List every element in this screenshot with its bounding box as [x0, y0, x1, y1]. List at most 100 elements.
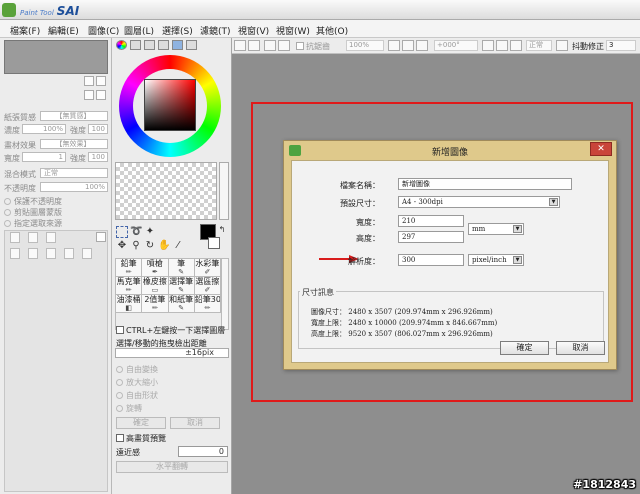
- menu-filter[interactable]: 濾鏡(T): [200, 24, 231, 37]
- perspective-field[interactable]: 0: [178, 446, 228, 457]
- layer-scroll-up[interactable]: [96, 232, 106, 242]
- effect-width-field[interactable]: 1: [22, 152, 66, 162]
- unit-select[interactable]: mm ▼: [468, 223, 524, 235]
- zoom-reset-icon[interactable]: [416, 40, 428, 51]
- selection-source-check[interactable]: 指定選取來源: [4, 218, 62, 229]
- brush-pencil[interactable]: 鉛筆 ✏: [116, 259, 143, 277]
- preset-size-select[interactable]: A4 - 300dpi ▼: [398, 196, 560, 208]
- menu-edit[interactable]: 編輯(E): [48, 24, 79, 37]
- rotate-cw-icon[interactable]: [496, 40, 508, 51]
- move-icon[interactable]: ✥: [116, 240, 128, 252]
- opacity-slider[interactable]: 100%: [40, 182, 108, 192]
- lasso-icon[interactable]: ➰: [130, 226, 142, 238]
- resolution-field[interactable]: 300: [398, 254, 464, 266]
- menu-image[interactable]: 圖像(C): [88, 24, 119, 37]
- copy-layer-icon[interactable]: [10, 248, 20, 259]
- transform-cancel-button[interactable]: 取消: [170, 417, 220, 429]
- blend-select[interactable]: 正常: [526, 40, 552, 51]
- clear-layer-icon[interactable]: [46, 248, 56, 259]
- delete-layer-icon[interactable]: [64, 248, 74, 259]
- brush-effect-select[interactable]: 【無效果】: [40, 139, 108, 149]
- brush-pen[interactable]: 筆 ✎: [168, 259, 195, 277]
- zoom-out-icon[interactable]: [388, 40, 400, 51]
- menu-window[interactable]: 視窗(W): [276, 24, 310, 37]
- layer-mask-icon[interactable]: [82, 248, 92, 259]
- navigator-preview[interactable]: [4, 40, 108, 74]
- background-color-swatch[interactable]: [208, 237, 220, 249]
- rotate-ccw-icon[interactable]: [482, 40, 494, 51]
- ctrl-select-layer-check[interactable]: CTRL+左鍵按一下選擇圖層: [116, 325, 225, 336]
- scratch-pad-scrollbar[interactable]: [219, 162, 229, 220]
- rotate-icon[interactable]: ↻: [144, 240, 156, 252]
- brush-bucket[interactable]: 油漆桶 ◧: [116, 295, 143, 313]
- menu-layer[interactable]: 圖層(L): [124, 24, 154, 37]
- brush-deselect[interactable]: 選區擦 ✐: [194, 277, 221, 295]
- radio-free-shape[interactable]: 自由形狀: [116, 390, 158, 401]
- radio-scale[interactable]: 放大縮小: [116, 377, 158, 388]
- nav-zoom-out-button[interactable]: [96, 76, 106, 86]
- new-layer-icon[interactable]: [10, 232, 20, 243]
- color-wheel[interactable]: [119, 55, 221, 157]
- new-folder-icon[interactable]: [28, 232, 38, 243]
- stabilizer-select[interactable]: 3: [606, 40, 636, 51]
- nav-rotate-right-button[interactable]: [96, 90, 106, 100]
- brush-binary[interactable]: 2值筆 ✏: [142, 295, 169, 313]
- effect-strength-field[interactable]: 100: [88, 152, 108, 162]
- paper-density-field[interactable]: 100%: [22, 124, 66, 134]
- ok-button[interactable]: 確定: [500, 341, 549, 355]
- nav-rotate-left-button[interactable]: [84, 90, 94, 100]
- clipping-mask-check[interactable]: 剪貼圖層蒙版: [4, 207, 62, 218]
- hand-icon[interactable]: ✋: [158, 240, 170, 252]
- color-wheel-tab-icon[interactable]: [116, 40, 127, 50]
- radio-rotate[interactable]: 旋轉: [116, 403, 142, 414]
- transform-confirm-button[interactable]: 確定: [116, 417, 166, 429]
- width-field[interactable]: 210: [398, 215, 464, 227]
- nav-zoom-in-button[interactable]: [84, 76, 94, 86]
- antialias-check[interactable]: 抗鋸齒: [296, 41, 330, 52]
- invert-selection-icon[interactable]: [278, 40, 290, 51]
- layer-list[interactable]: [4, 230, 108, 492]
- undo-icon[interactable]: [234, 40, 246, 51]
- height-field[interactable]: 297: [398, 231, 464, 243]
- cancel-button[interactable]: 取消: [556, 341, 605, 355]
- scratchpad-tab-icon[interactable]: [186, 40, 197, 50]
- saturation-value-square[interactable]: [144, 79, 196, 131]
- redo-icon[interactable]: [248, 40, 260, 51]
- blend-mode-select[interactable]: 正常: [40, 168, 108, 178]
- menu-other[interactable]: 其他(O): [316, 24, 348, 37]
- rotation-field[interactable]: +000°: [434, 40, 478, 51]
- close-button[interactable]: ✕: [590, 142, 612, 156]
- paper-texture-select[interactable]: 【無質感】: [40, 111, 108, 121]
- filename-field[interactable]: 新增圖像: [398, 178, 572, 190]
- menu-select[interactable]: 選擇(S): [162, 24, 193, 37]
- zoom-icon[interactable]: ⚲: [130, 240, 142, 252]
- flip-icon[interactable]: [556, 40, 568, 51]
- eyedropper-icon[interactable]: ⁄: [172, 240, 184, 252]
- paper-strength-field[interactable]: 100: [88, 124, 108, 134]
- magic-wand-icon[interactable]: ✦: [144, 226, 156, 238]
- color-bar-tab-icon[interactable]: [158, 40, 169, 50]
- rgb-slider-tab-icon[interactable]: [130, 40, 141, 50]
- swap-colors-icon[interactable]: ↰: [216, 224, 228, 236]
- protect-opacity-check[interactable]: 保護不透明度: [4, 196, 62, 207]
- scratch-pad[interactable]: [115, 162, 217, 220]
- zoom-field[interactable]: 100%: [346, 40, 384, 51]
- brush-watercolor[interactable]: 水彩筆 ✐: [194, 259, 221, 277]
- merge-layer-icon[interactable]: [28, 248, 38, 259]
- brush-airbrush[interactable]: 噴槍 ✒: [142, 259, 169, 277]
- zoom-in-icon[interactable]: [402, 40, 414, 51]
- rotate-reset-icon[interactable]: [510, 40, 522, 51]
- hsv-slider-tab-icon[interactable]: [144, 40, 155, 50]
- resolution-unit-select[interactable]: pixel/inch ▼: [468, 254, 524, 266]
- new-vector-layer-icon[interactable]: [46, 232, 56, 243]
- radio-free-transform[interactable]: 自由變換: [116, 364, 158, 375]
- menu-file[interactable]: 檔案(F): [10, 24, 40, 37]
- brush-eraser[interactable]: 橡皮擦 ▭: [142, 277, 169, 295]
- deselect-all-icon[interactable]: [264, 40, 276, 51]
- brush-washi[interactable]: 和紙筆 ✎: [168, 295, 195, 313]
- rect-select-icon[interactable]: [116, 226, 128, 238]
- swatch-tab-icon[interactable]: [172, 40, 183, 50]
- brush-grid-scrollbar[interactable]: [221, 258, 229, 330]
- brush-marker[interactable]: 馬克筆 ✏: [116, 277, 143, 295]
- flip-horizontal-button[interactable]: 水平翻轉: [116, 461, 228, 473]
